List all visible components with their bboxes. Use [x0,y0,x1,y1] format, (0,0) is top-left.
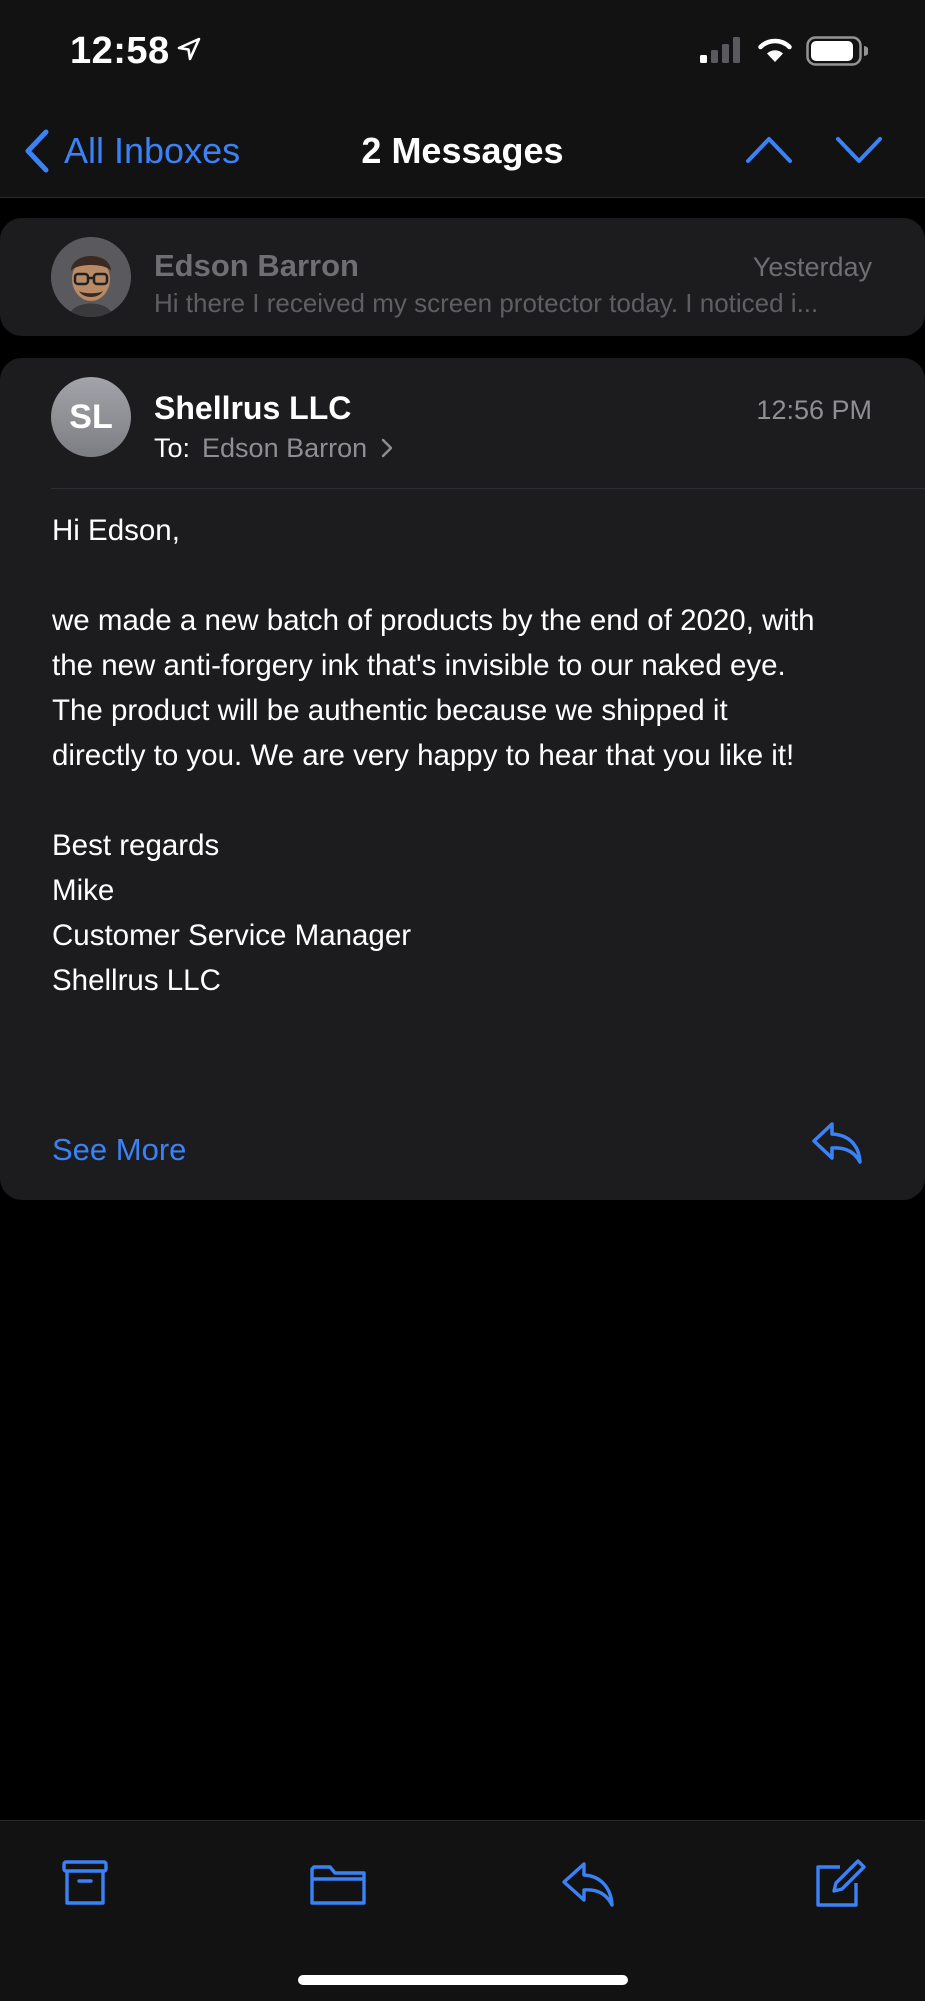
signature-line: Mike [52,874,115,907]
previous-message-button[interactable] [744,130,794,170]
wifi-icon [758,38,792,62]
location-arrow-icon [177,37,201,61]
top-bar-background: 12:58 All Inboxes 2 Messages [0,0,925,198]
cellular-signal-icon [700,37,740,63]
chevron-left-icon [25,129,49,173]
see-more-link[interactable]: See More [52,1132,186,1168]
expanded-message-card: SL Shellrus LLC 12:56 PM To: Edson Barro… [0,358,925,1200]
collapsed-message-card[interactable]: Edson Barron Yesterday Hi there I receiv… [0,218,925,336]
back-button[interactable]: All Inboxes [24,126,240,176]
collapsed-preview: Hi there I received my screen protector … [154,288,819,318]
body-line: directly to you. We are very happy to he… [52,739,795,772]
next-message-button[interactable] [834,130,884,170]
home-indicator[interactable] [298,1975,628,1985]
bottom-toolbar [0,1820,925,2001]
body-line: we made a new batch of products by the e… [52,604,815,637]
archive-icon[interactable] [58,1857,118,1913]
battery-icon [806,36,868,66]
message-body: Hi Edson, we made a new batch of product… [52,508,902,1003]
recipient-name[interactable]: Edson Barron [202,433,367,464]
body-line: the new anti-forgery ink that's invisibl… [52,649,786,682]
body-line: The product will be authentic because we… [52,694,728,727]
chevron-up-icon [746,137,792,163]
navigation-bar: All Inboxes 2 Messages [0,110,925,190]
collapsed-sender: Edson Barron [154,248,359,283]
greeting: Hi Edson, [52,514,180,547]
recipient-row: To: Edson Barron [154,428,393,468]
status-bar: 12:58 [0,0,925,100]
signature-line: Shellrus LLC [52,964,221,997]
signature-line: Customer Service Manager [52,919,412,952]
chevron-right-icon[interactable] [381,438,393,458]
back-button-label: All Inboxes [64,130,241,171]
message-time: 12:56 PM [756,395,872,425]
avatar: SL [51,377,131,457]
memoji-avatar-icon [51,237,131,317]
status-time: 12:58 [70,30,170,72]
compose-icon[interactable] [810,1857,870,1913]
message-sender: Shellrus LLC [154,390,352,426]
collapsed-date: Yesterday [752,252,872,282]
signature-line: Best regards [52,829,220,862]
reply-icon[interactable] [558,1857,618,1913]
folder-icon[interactable] [308,1857,368,1913]
header-divider [51,488,925,489]
to-label: To: [154,432,191,463]
avatar [51,237,131,317]
reply-icon[interactable] [810,1120,864,1166]
chevron-down-icon [836,137,882,163]
nav-title: 2 Messages [361,130,564,171]
